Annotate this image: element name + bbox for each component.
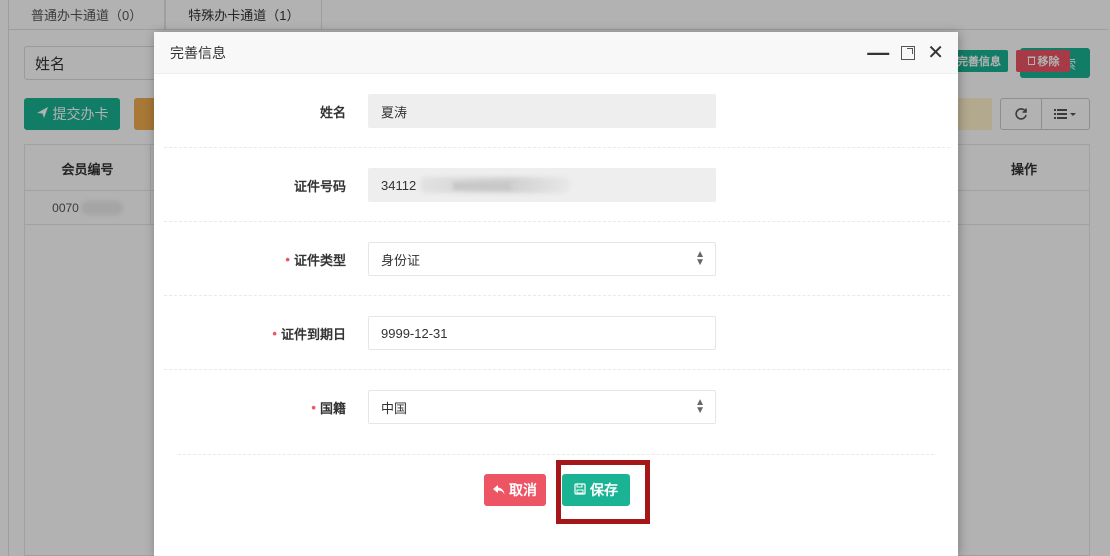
id-type-label: • 证件类型 [285, 222, 346, 296]
select-caret-icon: ▲ ▼ [695, 249, 705, 268]
expiry-label-text: 证件到期日 [280, 326, 346, 342]
cancel-button[interactable]: 取消 [484, 474, 546, 506]
form-row-id-type: • 证件类型 身份证 ▲ ▼ [164, 222, 950, 296]
id-type-value: 身份证 [381, 252, 421, 268]
masked-id-number-dark [453, 182, 511, 190]
nationality-value: 中国 [381, 400, 408, 416]
id-number-label-text: 证件号码 [293, 178, 346, 194]
expiry-label: • 证件到期日 [272, 296, 346, 370]
expiry-date-field[interactable]: 9999-12-31 [368, 316, 716, 350]
name-value: 夏涛 [381, 104, 408, 120]
name-label: 姓名 [320, 74, 346, 148]
close-icon[interactable]: ✕ [927, 43, 944, 63]
nationality-label-text: 国籍 [319, 400, 346, 416]
select-caret-icon: ▲ ▼ [695, 397, 705, 416]
form-row-nationality: • 国籍 中国 ▲ ▼ [164, 370, 950, 444]
name-label-text: 姓名 [319, 104, 346, 120]
expiry-value: 9999-12-31 [381, 325, 448, 341]
footer-divider [178, 454, 934, 455]
required-mark: • [311, 399, 316, 415]
id-number-field[interactable]: 34112 [368, 168, 716, 202]
form-row-id-number: 证件号码 34112 [164, 148, 950, 222]
cancel-label: 取消 [509, 482, 537, 498]
dialog-header: 完善信息 — ✕ [154, 32, 958, 74]
id-type-select[interactable]: 身份证 ▲ ▼ [368, 242, 716, 276]
reply-icon [493, 482, 505, 498]
form-row-name: 姓名 夏涛 [164, 74, 950, 148]
complete-info-dialog: 完善信息 — ✕ 姓名 夏涛 证件号码 34112 • 证件类型 身份证 ▲ ▼… [154, 32, 958, 556]
required-mark: • [285, 251, 290, 267]
save-button-highlight-box [556, 460, 650, 524]
id-number-label: 证件号码 [294, 148, 346, 222]
name-field[interactable]: 夏涛 [368, 94, 716, 128]
required-mark: • [272, 325, 277, 341]
form-row-expiry: • 证件到期日 9999-12-31 [164, 296, 950, 370]
dialog-title: 完善信息 [170, 45, 226, 61]
maximize-icon[interactable] [901, 46, 916, 60]
id-number-value: 34112 [381, 177, 417, 193]
nationality-select[interactable]: 中国 ▲ ▼ [368, 390, 716, 424]
dialog-window-controls: — ✕ [867, 32, 944, 74]
nationality-label: • 国籍 [311, 370, 346, 444]
id-type-label-text: 证件类型 [293, 252, 346, 268]
minimize-icon[interactable]: — [867, 42, 889, 64]
